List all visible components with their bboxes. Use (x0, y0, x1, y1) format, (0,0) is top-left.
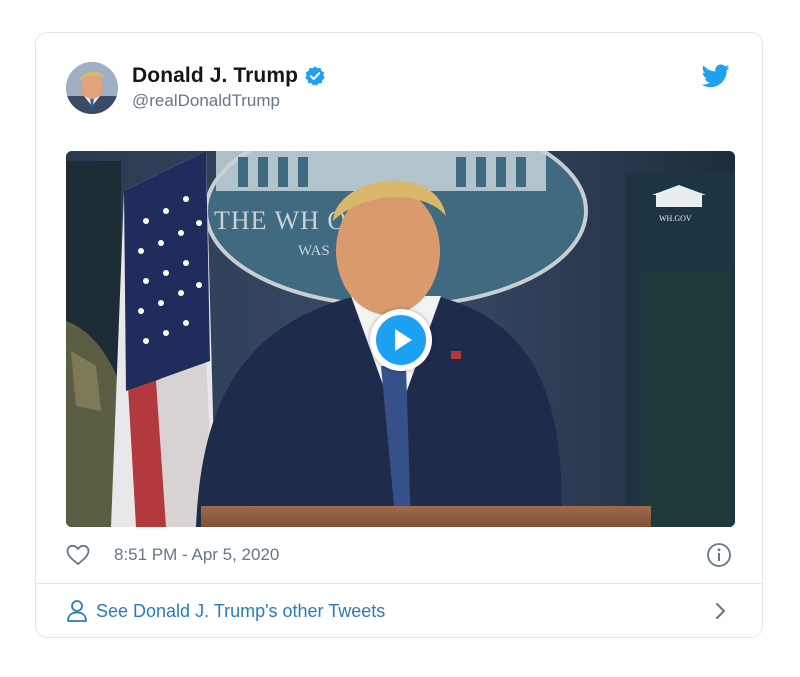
tweet-meta-row: 8:51 PM - Apr 5, 2020 (66, 541, 732, 569)
sign-subtext: WAS (298, 243, 330, 259)
author-names: Donald J. Trump @realDonaldTrump (132, 64, 326, 111)
twitter-bird-icon[interactable] (701, 64, 730, 88)
play-button[interactable] (370, 309, 432, 371)
person-icon (66, 599, 88, 623)
tweet-card: Donald J. Trump @realDonaldTrump THE WH … (35, 32, 763, 638)
author-display-name[interactable]: Donald J. Trump (132, 64, 298, 88)
play-icon (376, 315, 426, 365)
tweet-header: Donald J. Trump @realDonaldTrump (66, 62, 732, 118)
avatar[interactable] (66, 62, 118, 114)
info-icon[interactable] (706, 542, 732, 568)
verified-badge-icon (304, 65, 326, 87)
chevron-right-icon (712, 601, 730, 621)
tweet-timestamp[interactable]: 8:51 PM - Apr 5, 2020 (114, 545, 279, 565)
divider (36, 583, 762, 584)
author-handle[interactable]: @realDonaldTrump (132, 91, 326, 111)
display-name-row: Donald J. Trump (132, 64, 326, 88)
see-other-tweets-link[interactable]: See Donald J. Trump's other Tweets (66, 595, 732, 627)
heart-icon[interactable] (66, 544, 90, 566)
wh-gov-logo-text: WH.GOV (659, 214, 692, 223)
see-other-tweets-label: See Donald J. Trump's other Tweets (96, 600, 386, 621)
video-player[interactable]: THE WH OUSE WAS WH.GOV (66, 151, 735, 527)
